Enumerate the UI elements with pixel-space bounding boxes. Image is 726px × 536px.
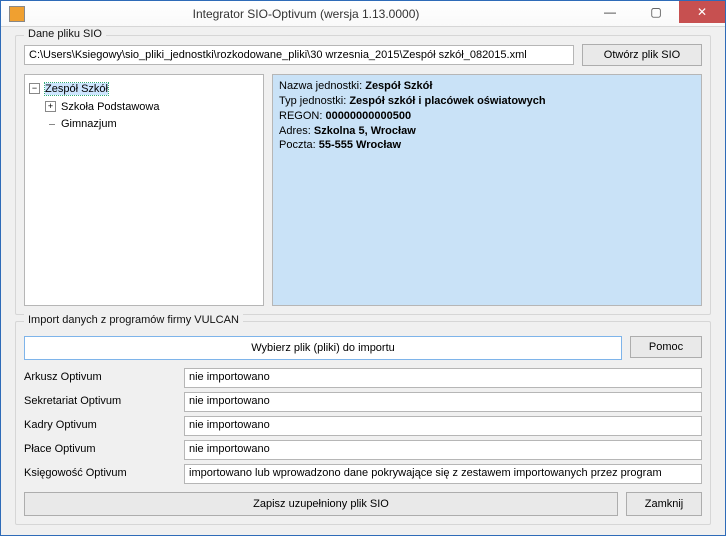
- window-title: Integrator SIO-Optivum (wersja 1.13.0000…: [25, 7, 587, 21]
- tree-child-gimnazjum[interactable]: Gimnazjum: [61, 118, 117, 130]
- info-address-value: Szkolna 5, Wrocław: [314, 125, 416, 137]
- maximize-button[interactable]: ▢: [633, 1, 679, 23]
- save-sio-button[interactable]: Zapisz uzupełniony plik SIO: [24, 492, 618, 516]
- value-arkusz: nie importowano: [184, 368, 702, 388]
- unit-tree[interactable]: − Zespół Szkół + Szkoła Podstawowa Gimna…: [24, 74, 264, 306]
- label-place: Płace Optivum: [24, 440, 184, 460]
- app-icon: [9, 6, 25, 22]
- info-address-label: Adres:: [279, 125, 314, 137]
- open-sio-button[interactable]: Otwórz plik SIO: [582, 44, 702, 66]
- group-import: Import danych z programów firmy VULCAN W…: [15, 321, 711, 525]
- info-post-value: 55-555 Wrocław: [319, 139, 401, 151]
- info-name-label: Nazwa jednostki:: [279, 80, 365, 92]
- info-regon-label: REGON:: [279, 110, 325, 122]
- group-sio-legend: Dane pliku SIO: [24, 28, 106, 40]
- tree-expand-icon[interactable]: +: [45, 101, 56, 112]
- value-sekretariat: nie importowano: [184, 392, 702, 412]
- app-window: Integrator SIO-Optivum (wersja 1.13.0000…: [0, 0, 726, 536]
- label-sekretariat: Sekretariat Optivum: [24, 392, 184, 412]
- value-ksiegowosc: importowano lub wprowadzono dane pokrywa…: [184, 464, 702, 484]
- label-kadry: Kadry Optivum: [24, 416, 184, 436]
- value-kadry: nie importowano: [184, 416, 702, 436]
- info-regon-value: 00000000000500: [325, 110, 411, 122]
- close-button[interactable]: ✕: [679, 1, 725, 23]
- minimize-button[interactable]: —: [587, 1, 633, 23]
- group-sio-file: Dane pliku SIO Otwórz plik SIO − Zespół …: [15, 35, 711, 315]
- group-import-legend: Import danych z programów firmy VULCAN: [24, 314, 243, 326]
- info-type-label: Typ jednostki:: [279, 95, 349, 107]
- info-post-label: Poczta:: [279, 139, 319, 151]
- info-type-value: Zespół szkół i placówek oświatowych: [349, 95, 545, 107]
- value-place: nie importowano: [184, 440, 702, 460]
- client-area: Dane pliku SIO Otwórz plik SIO − Zespół …: [1, 27, 725, 535]
- help-button[interactable]: Pomoc: [630, 336, 702, 358]
- tree-child-szkola-podstawowa[interactable]: Szkoła Podstawowa: [61, 101, 159, 113]
- titlebar[interactable]: Integrator SIO-Optivum (wersja 1.13.0000…: [1, 1, 725, 27]
- sio-path-input[interactable]: [24, 45, 574, 65]
- tree-root[interactable]: Zespół Szkół: [45, 83, 108, 95]
- unit-info-panel: Nazwa jednostki: Zespół Szkół Typ jednos…: [272, 74, 702, 306]
- choose-import-files-button[interactable]: Wybierz plik (pliki) do importu: [24, 336, 622, 360]
- label-arkusz: Arkusz Optivum: [24, 368, 184, 388]
- info-name-value: Zespół Szkół: [365, 80, 432, 92]
- label-ksiegowosc: Księgowość Optivum: [24, 464, 184, 484]
- tree-collapse-icon[interactable]: −: [29, 83, 40, 94]
- window-controls: — ▢ ✕: [587, 1, 725, 26]
- close-app-button[interactable]: Zamknij: [626, 492, 702, 516]
